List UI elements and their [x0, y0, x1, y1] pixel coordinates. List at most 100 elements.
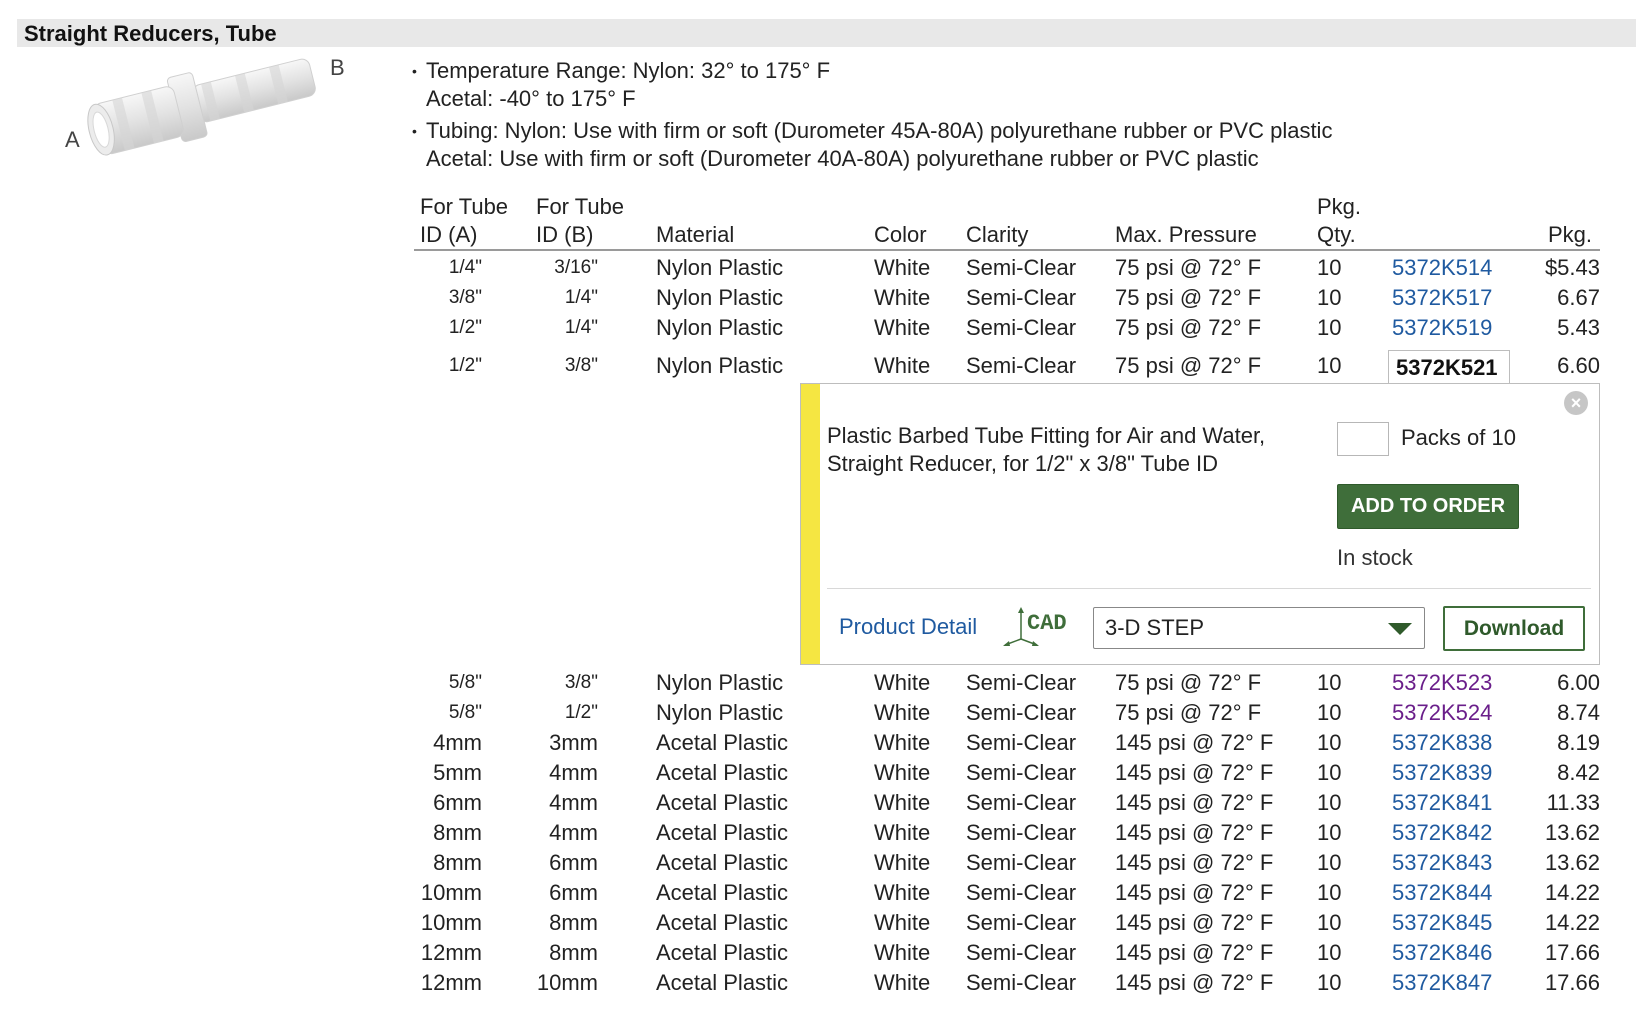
pkg-qty: 10 — [1317, 970, 1342, 995]
material: Nylon Plastic — [656, 353, 784, 378]
color: White — [874, 353, 931, 378]
max-pressure: 145 psi @ 72° F — [1115, 970, 1274, 995]
price: 11.33 — [1546, 790, 1600, 815]
clarity: Semi-Clear — [966, 255, 1077, 280]
bullet-dot: • — [412, 123, 417, 139]
max-pressure: 145 psi @ 72° F — [1115, 910, 1274, 935]
max-pressure: 75 psi @ 72° F — [1115, 315, 1262, 340]
pkg-qty: 10 — [1317, 353, 1342, 378]
clarity: Semi-Clear — [966, 790, 1077, 815]
tube-a: 5/8" — [448, 672, 482, 693]
bullet-line: Tubing: Nylon: Use with firm or soft (Du… — [426, 118, 1333, 143]
price: 8.74 — [1557, 700, 1600, 725]
tube-b: 4mm — [549, 820, 598, 845]
tube-a: 12mm — [420, 970, 482, 995]
header-line: ID (A) — [420, 222, 478, 247]
table-row: 1/2" 1/4" Nylon Plastic White Semi-Clear… — [414, 313, 1600, 343]
col-header-price: Pkg. — [1547, 222, 1592, 247]
part-number-link[interactable]: 5372K844 — [1392, 878, 1492, 908]
add-to-order-button[interactable]: ADD TO ORDER — [1337, 484, 1519, 529]
tube-b: 6mm — [549, 880, 598, 905]
color: White — [874, 910, 931, 935]
quantity-input[interactable] — [1337, 422, 1389, 456]
clarity: Semi-Clear — [966, 970, 1077, 995]
bullet-dot: • — [412, 63, 417, 79]
table-row: 6mm 4mm Acetal Plastic White Semi-Clear … — [414, 788, 1600, 818]
price: 17.66 — [1544, 970, 1600, 995]
clarity: Semi-Clear — [966, 353, 1077, 378]
clarity: Semi-Clear — [966, 285, 1077, 310]
quantity-unit-label: Packs of 10 — [1401, 425, 1516, 450]
max-pressure: 145 psi @ 72° F — [1115, 880, 1274, 905]
cad-format-select[interactable]: 3-D STEP — [1093, 607, 1425, 649]
part-number-link[interactable]: 5372K514 — [1392, 253, 1492, 283]
color: White — [874, 315, 931, 340]
part-number-link[interactable]: 5372K846 — [1392, 938, 1492, 968]
material: Acetal Plastic — [656, 850, 789, 875]
clarity: Semi-Clear — [966, 760, 1077, 785]
part-number-link[interactable]: 5372K847 — [1392, 968, 1492, 998]
table-row: 12mm 8mm Acetal Plastic White Semi-Clear… — [414, 938, 1600, 968]
tube-a: 1/2" — [448, 317, 482, 338]
color: White — [874, 820, 931, 845]
part-number-link[interactable]: 5372K841 — [1392, 788, 1492, 818]
col-header-qty: Pkg. Qty. — [1317, 193, 1361, 249]
price: 13.62 — [1544, 820, 1600, 845]
page-title: Straight Reducers, Tube — [24, 21, 277, 46]
clarity: Semi-Clear — [966, 700, 1077, 725]
pkg-qty: 10 — [1317, 670, 1342, 695]
tube-b: 10mm — [536, 970, 598, 995]
cad-label: CAD — [1027, 611, 1067, 636]
pkg-qty: 10 — [1317, 315, 1342, 340]
selected-part-label: 5372K521 — [1396, 355, 1498, 380]
selected-part-number[interactable]: 5372K521 — [1388, 350, 1510, 385]
max-pressure: 145 psi @ 72° F — [1115, 850, 1274, 875]
part-number-link[interactable]: 5372K838 — [1392, 728, 1492, 758]
price: 8.42 — [1557, 760, 1600, 785]
pkg-qty: 10 — [1317, 880, 1342, 905]
tube-a: 8mm — [433, 850, 482, 875]
color: White — [874, 970, 931, 995]
part-number-link[interactable]: 5372K845 — [1392, 908, 1492, 938]
tube-b: 4mm — [549, 790, 598, 815]
tube-a: 10mm — [420, 880, 482, 905]
color: White — [874, 670, 931, 695]
part-number-link[interactable]: 5372K843 — [1392, 848, 1492, 878]
max-pressure: 75 psi @ 72° F — [1115, 353, 1262, 378]
col-header-tube-a: For Tube ID (A) — [420, 193, 508, 249]
tube-a: 3/8" — [448, 287, 482, 308]
col-header-color: Color — [874, 222, 927, 247]
close-icon[interactable]: × — [1564, 391, 1588, 415]
price: 14.22 — [1544, 880, 1600, 905]
col-header-tube-b: For Tube ID (B) — [536, 193, 624, 249]
tube-a: 1/4" — [448, 257, 482, 278]
part-number-link[interactable]: 5372K517 — [1392, 283, 1492, 313]
part-number-link[interactable]: 5372K842 — [1392, 818, 1492, 848]
tube-a: 5mm — [433, 760, 482, 785]
header-divider — [414, 249, 1600, 251]
material: Acetal Plastic — [656, 790, 789, 815]
part-number-link[interactable]: 5372K523 — [1392, 668, 1492, 698]
material: Nylon Plastic — [656, 700, 784, 725]
download-button[interactable]: Download — [1443, 606, 1585, 651]
tube-b: 8mm — [549, 910, 598, 935]
part-number-link[interactable]: 5372K839 — [1392, 758, 1492, 788]
bullet-tubing: • Tubing: Nylon: Use with firm or soft (… — [412, 117, 1333, 173]
price: 13.62 — [1544, 850, 1600, 875]
pkg-qty: 10 — [1317, 910, 1342, 935]
part-number-link[interactable]: 5372K524 — [1392, 698, 1492, 728]
max-pressure: 145 psi @ 72° F — [1115, 820, 1274, 845]
tube-a: 1/2" — [448, 355, 482, 376]
bullet-temperature: • Temperature Range: Nylon: 32° to 175° … — [412, 57, 830, 113]
max-pressure: 75 psi @ 72° F — [1115, 700, 1262, 725]
price: 6.60 — [1557, 353, 1600, 378]
order-popup: × Plastic Barbed Tube Fitting for Air an… — [800, 383, 1600, 665]
price: 6.00 — [1557, 670, 1600, 695]
part-number-link[interactable]: 5372K519 — [1392, 313, 1492, 343]
product-detail-link[interactable]: Product Detail — [839, 613, 977, 641]
color: White — [874, 940, 931, 965]
table-row: 5mm 4mm Acetal Plastic White Semi-Clear … — [414, 758, 1600, 788]
bullet-line: Acetal: -40° to 175° F — [426, 86, 636, 111]
table-row: 5/8" 1/2" Nylon Plastic White Semi-Clear… — [414, 698, 1600, 728]
material: Acetal Plastic — [656, 760, 789, 785]
